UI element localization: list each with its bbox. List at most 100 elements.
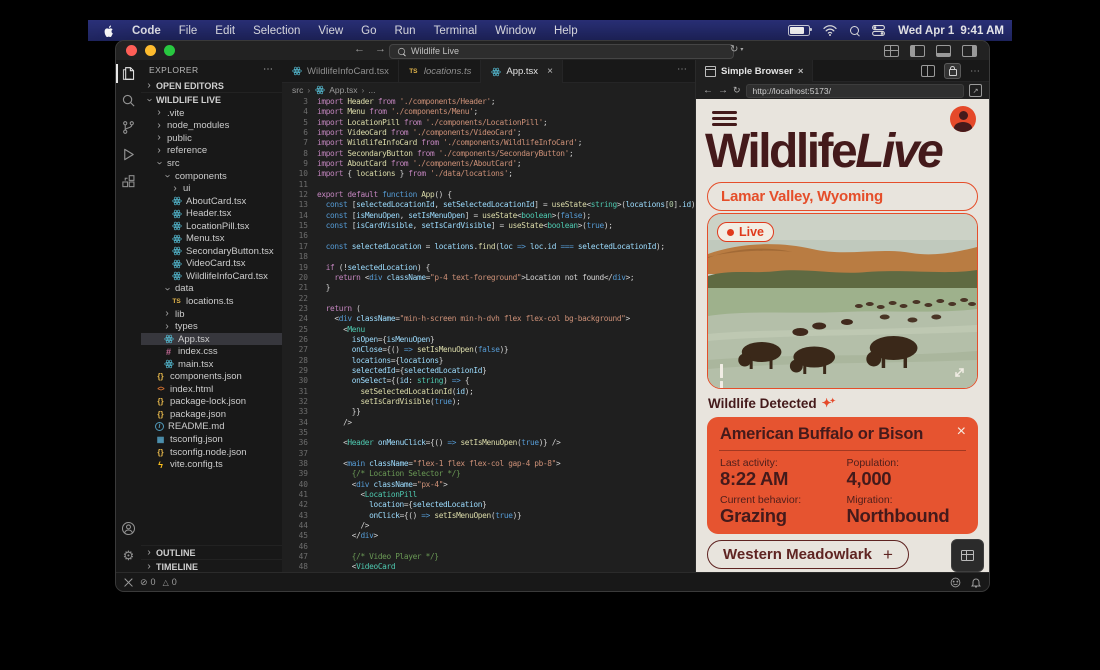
spotlight-search-icon[interactable] <box>850 26 859 35</box>
code-editor[interactable]: 3import Header from './components/Header… <box>282 97 696 573</box>
tree-item-README.md[interactable]: iREADME.md <box>141 421 282 434</box>
control-center-icon[interactable] <box>872 25 885 36</box>
tab-App.tsx[interactable]: App.tsx× <box>481 60 563 83</box>
titlebar[interactable]: ← → Wildlife Live ↻▾ <box>116 41 989 61</box>
browser-overlay-button[interactable] <box>951 539 984 572</box>
breadcrumb-item-...[interactable]: ... <box>368 85 375 95</box>
zoom-window-button[interactable] <box>164 45 175 56</box>
tree-item-VideoCard.tsx[interactable]: VideoCard.tsx <box>141 258 282 271</box>
customize-layout-icon[interactable] <box>884 45 899 57</box>
account-icon[interactable] <box>116 515 141 542</box>
fullscreen-icon[interactable] <box>952 365 967 380</box>
tree-item-types[interactable]: ›types <box>141 320 282 333</box>
tree-item-ui[interactable]: ›ui <box>141 182 282 195</box>
run-debug-icon[interactable] <box>116 141 141 168</box>
menu-item-selection[interactable]: Selection <box>253 25 300 37</box>
menu-item-window[interactable]: Window <box>495 25 536 37</box>
menu-item-view[interactable]: View <box>318 25 343 37</box>
minimize-window-button[interactable] <box>145 45 156 56</box>
close-icon[interactable]: × <box>547 66 553 77</box>
source-control-icon[interactable] <box>116 114 141 141</box>
menu-item-help[interactable]: Help <box>554 25 578 37</box>
explorer-actions-icon[interactable]: ⋯ <box>263 64 274 75</box>
open-external-icon[interactable]: ↗ <box>969 84 982 97</box>
tree-item-vite.config.ts[interactable]: ϟvite.config.ts <box>141 458 282 471</box>
tree-item-index.html[interactable]: <>index.html <box>141 383 282 396</box>
menu-item-terminal[interactable]: Terminal <box>434 25 477 37</box>
history-back-button[interactable]: ← <box>354 43 365 55</box>
lock-icon[interactable] <box>944 63 961 79</box>
run-task-button[interactable]: ↻▾ <box>730 44 743 55</box>
breadcrumb-item-App.tsx[interactable]: App.tsx <box>329 85 357 95</box>
toggle-panel-icon[interactable] <box>936 45 951 57</box>
breadcrumb-item-src[interactable]: src <box>292 85 303 95</box>
tree-item-SecondaryButton.tsx[interactable]: SecondaryButton.tsx <box>141 245 282 258</box>
command-center-search[interactable]: Wildlife Live <box>389 44 734 59</box>
tree-item-App.tsx[interactable]: App.tsx <box>141 333 282 346</box>
apple-icon[interactable] <box>102 24 114 38</box>
battery-icon[interactable] <box>788 25 810 36</box>
browser-reload-icon[interactable]: ↻ <box>733 85 741 96</box>
editor-more-actions-icon[interactable]: ⋯ <box>677 64 688 75</box>
menu-item-edit[interactable]: Edit <box>215 25 235 37</box>
tab-simple-browser[interactable]: Simple Browser × <box>696 60 813 82</box>
tree-item-components.json[interactable]: {}components.json <box>141 370 282 383</box>
tab-locations.ts[interactable]: TSlocations.ts <box>399 60 482 82</box>
tree-item-tsconfig.node.json[interactable]: {}tsconfig.node.json <box>141 446 282 459</box>
avatar[interactable] <box>950 106 976 132</box>
tree-item-data[interactable]: ›data <box>141 283 282 296</box>
pause-button[interactable] <box>720 364 732 378</box>
tree-item-LocationPill.tsx[interactable]: LocationPill.tsx <box>141 220 282 233</box>
tree-item-src[interactable]: ›src <box>141 157 282 170</box>
tree-item-reference[interactable]: ›reference <box>141 145 282 158</box>
tree-item-WildlifeInfoCard.tsx[interactable]: WildlifeInfoCard.tsx <box>141 270 282 283</box>
tree-item-lib[interactable]: ›lib <box>141 308 282 321</box>
menubar-clock[interactable]: Wed Apr 19:41 AM <box>898 25 1004 37</box>
tree-item-index.css[interactable]: #index.css <box>141 345 282 358</box>
problems-errors[interactable]: ⊘ 0 <box>140 577 156 588</box>
tree-item-components[interactable]: ›components <box>141 170 282 183</box>
close-window-button[interactable] <box>126 45 137 56</box>
close-icon[interactable]: × <box>798 66 804 77</box>
browser-forward-icon[interactable]: → <box>718 85 728 96</box>
tree-item-main.tsx[interactable]: main.tsx <box>141 358 282 371</box>
timeline-section[interactable]: › TIMELINE <box>141 559 282 573</box>
problems-warnings[interactable]: △ 0 <box>163 577 177 587</box>
add-species-button[interactable]: Western Meadowlark+ <box>707 540 909 569</box>
tab-WildlifeInfoCard.tsx[interactable]: WildlifeInfoCard.tsx <box>282 60 399 82</box>
tree-item-Header.tsx[interactable]: Header.tsx <box>141 207 282 220</box>
url-input[interactable]: http://localhost:5173/ <box>746 84 964 98</box>
settings-gear-icon[interactable]: ⚙ <box>116 542 141 569</box>
tree-item-node_modules[interactable]: ›node_modules <box>141 120 282 133</box>
split-editor-icon[interactable] <box>921 65 935 77</box>
tree-item-locations.ts[interactable]: TSlocations.ts <box>141 295 282 308</box>
explorer-icon[interactable] <box>116 60 141 87</box>
tree-item-package-lock.json[interactable]: {}package-lock.json <box>141 396 282 409</box>
open-editors-section[interactable]: › OPEN EDITORS <box>141 79 282 92</box>
menu-item-file[interactable]: File <box>179 25 198 37</box>
tree-item-AboutCard.tsx[interactable]: AboutCard.tsx <box>141 195 282 208</box>
remote-indicator-icon[interactable] <box>124 578 133 587</box>
tree-item-tsconfig.json[interactable]: ▦tsconfig.json <box>141 433 282 446</box>
browser-back-icon[interactable]: ← <box>703 85 713 96</box>
toggle-primary-sidebar-icon[interactable] <box>910 45 925 57</box>
history-forward-button[interactable]: → <box>375 43 386 55</box>
wifi-icon[interactable] <box>823 25 837 36</box>
tree-item-public[interactable]: ›public <box>141 132 282 145</box>
extensions-icon[interactable] <box>116 168 141 195</box>
notifications-bell-icon[interactable] <box>971 577 981 588</box>
tree-item-package.json[interactable]: {}package.json <box>141 408 282 421</box>
location-pill-button[interactable]: Lamar Valley, Wyoming <box>707 182 978 211</box>
more-actions-icon[interactable]: ⋯ <box>970 66 981 77</box>
menu-item-go[interactable]: Go <box>361 25 376 37</box>
menu-item-run[interactable]: Run <box>394 25 415 37</box>
feedback-icon[interactable] <box>950 577 961 588</box>
toggle-secondary-sidebar-icon[interactable] <box>962 45 977 57</box>
search-view-icon[interactable] <box>116 87 141 114</box>
tree-item-.vite[interactable]: ›.vite <box>141 107 282 120</box>
video-card[interactable]: Live <box>707 213 978 389</box>
close-icon[interactable]: × <box>957 424 966 440</box>
outline-section[interactable]: › OUTLINE <box>141 545 282 559</box>
menu-item-code[interactable]: Code <box>132 25 161 37</box>
project-root-section[interactable]: › WILDLIFE LIVE <box>141 92 282 106</box>
